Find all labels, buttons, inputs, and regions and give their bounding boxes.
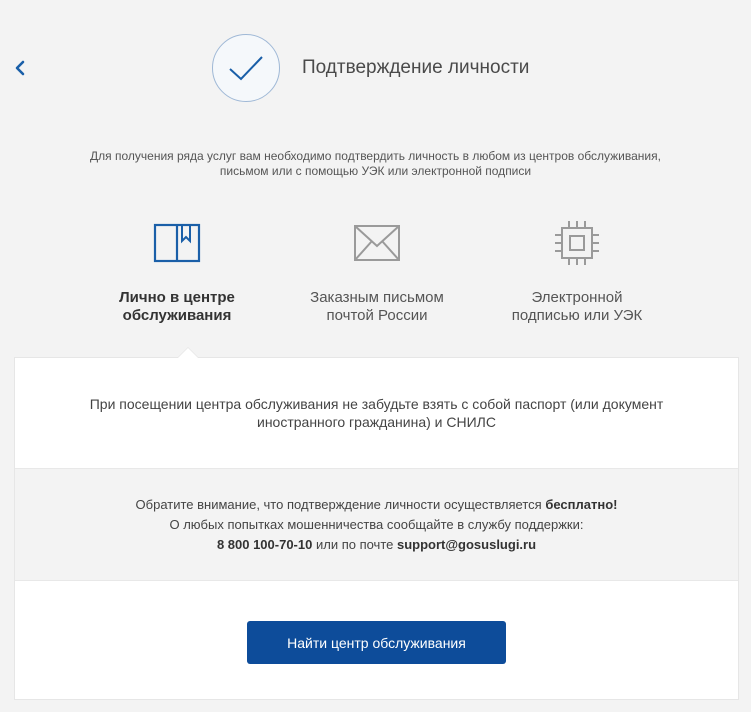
method-label-line-2: обслуживания bbox=[122, 307, 232, 324]
verification-methods: Лично в центре обслуживания Заказным пис… bbox=[0, 215, 751, 355]
chevron-left-icon bbox=[15, 60, 25, 76]
document-reminder: При посещении центра обслуживания не заб… bbox=[15, 358, 738, 468]
support-phone: 8 800 100-70-10 bbox=[216, 536, 313, 552]
method-label-line-2: почтой России bbox=[326, 307, 428, 324]
page-header: Подтверждение личности bbox=[212, 34, 529, 102]
intro-line-2: письмом или с помощью УЭК или электронно… bbox=[219, 164, 532, 178]
back-button[interactable] bbox=[8, 56, 32, 80]
find-service-center-button[interactable]: Найти центр обслуживания bbox=[247, 621, 506, 664]
method-registered-letter[interactable]: Заказным письмом почтой России bbox=[282, 215, 472, 325]
method-label-line-1: Электронной bbox=[531, 289, 623, 306]
contact-line: 8 800 100-70-10 или по почте support@gos… bbox=[217, 535, 536, 555]
method-label-line-2: подписью или УЭК bbox=[511, 307, 643, 324]
support-email: support@gosuslugi.ru bbox=[396, 536, 537, 552]
intro-line-1: Для получения ряда услуг вам необходимо … bbox=[90, 149, 661, 163]
chip-icon bbox=[555, 221, 599, 265]
free-of-charge-notice: Обратите внимание, что подтверждение лич… bbox=[15, 468, 738, 581]
method-label-line-1: Заказным письмом bbox=[310, 289, 444, 306]
panel-pointer bbox=[177, 347, 199, 358]
method-electronic-signature[interactable]: Электронной подписью или УЭК bbox=[482, 215, 672, 325]
book-icon bbox=[153, 223, 201, 263]
reminder-line-1: При посещении центра обслуживания не заб… bbox=[89, 396, 664, 412]
check-circle-icon bbox=[212, 34, 280, 102]
notice-text: Обратите внимание, что подтверждение лич… bbox=[135, 496, 546, 512]
reminder-line-2: иностранного гражданина) и СНИЛС bbox=[257, 414, 496, 430]
method-details-panel: При посещении центра обслуживания не заб… bbox=[14, 347, 739, 701]
method-in-person[interactable]: Лично в центре обслуживания bbox=[82, 215, 272, 325]
method-label-line-1: Лично в центре bbox=[119, 289, 235, 306]
envelope-icon bbox=[354, 225, 400, 261]
free-emphasis: бесплатно! bbox=[545, 496, 618, 512]
page-title: Подтверждение личности bbox=[302, 57, 530, 78]
or-email-text: или по почте bbox=[312, 536, 397, 552]
fraud-line: О любых попытках мошенничества сообщайте… bbox=[169, 516, 584, 532]
intro-text: Для получения ряда услуг вам необходимо … bbox=[0, 149, 751, 179]
action-area: Найти центр обслуживания bbox=[15, 581, 738, 701]
notice-line: Обратите внимание, что подтверждение лич… bbox=[136, 495, 618, 515]
